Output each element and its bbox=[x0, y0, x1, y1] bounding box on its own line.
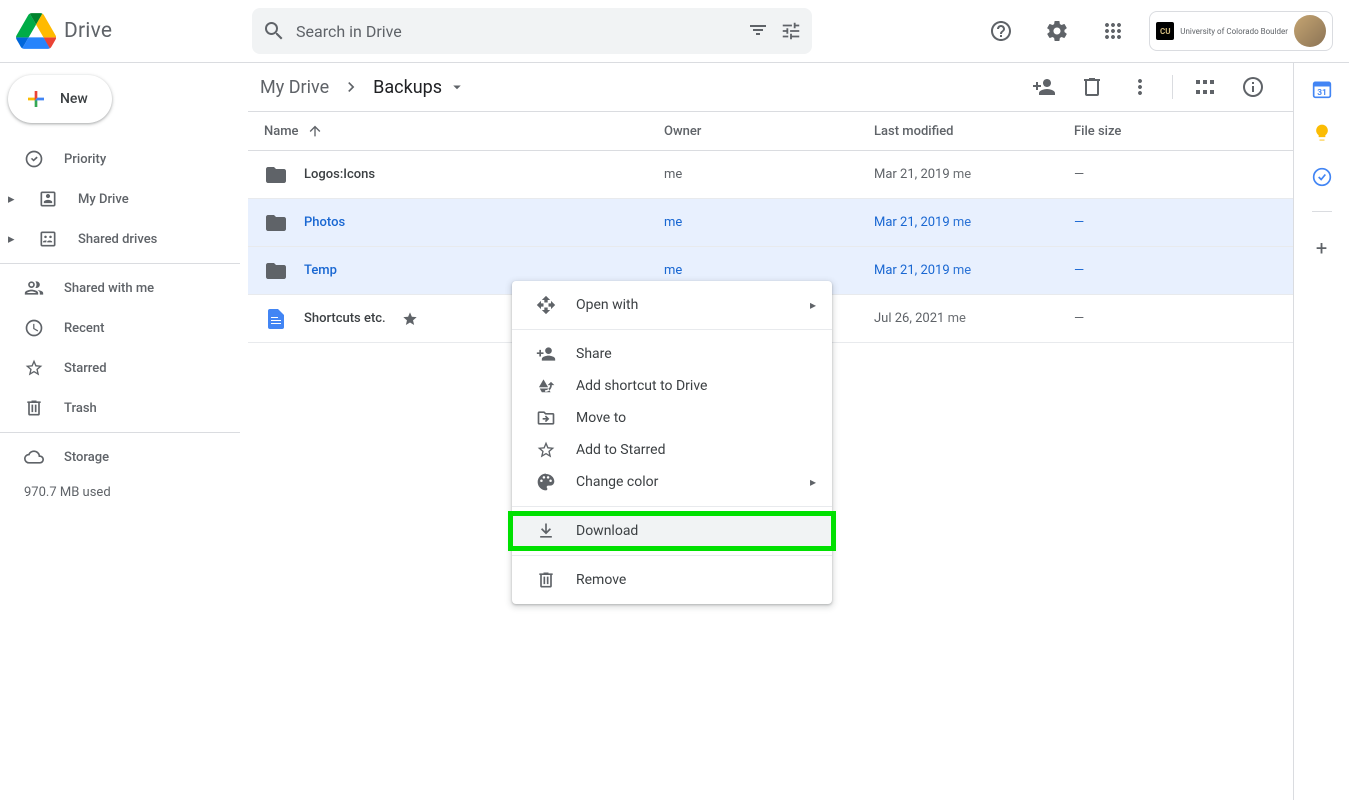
ctx-share[interactable]: Share bbox=[512, 338, 832, 370]
tune-icon[interactable] bbox=[780, 20, 802, 42]
table-header: Name Owner Last modified File size bbox=[248, 111, 1293, 151]
search-input[interactable] bbox=[296, 22, 736, 41]
avatar[interactable] bbox=[1294, 15, 1326, 47]
add-app-button[interactable]: + bbox=[1316, 236, 1327, 260]
file-name: Photos bbox=[304, 215, 345, 230]
file-size: — bbox=[1074, 311, 1285, 326]
col-owner-header[interactable]: Owner bbox=[664, 124, 874, 139]
new-label: New bbox=[60, 91, 88, 107]
chevron-right-icon bbox=[341, 77, 361, 97]
folder-icon bbox=[264, 211, 288, 235]
ctx-color[interactable]: Change color ▸ bbox=[512, 466, 832, 498]
storage-usage: 970.7 MB used bbox=[0, 477, 240, 508]
col-size-header[interactable]: File size bbox=[1074, 124, 1285, 139]
star-filled-icon bbox=[402, 311, 418, 327]
col-name-header[interactable]: Name bbox=[264, 123, 664, 139]
tasks-app-icon[interactable] bbox=[1312, 167, 1332, 187]
breadcrumb-current[interactable]: Backups bbox=[365, 73, 474, 102]
more-button[interactable] bbox=[1120, 67, 1160, 107]
ctx-remove[interactable]: Remove bbox=[512, 564, 832, 596]
new-button[interactable]: New bbox=[8, 75, 112, 123]
keep-app-icon[interactable] bbox=[1312, 123, 1332, 143]
table-row[interactable]: Photos me Mar 21, 2019 me — bbox=[248, 199, 1293, 247]
delete-button[interactable] bbox=[1072, 67, 1112, 107]
sidebar-item-storage[interactable]: Storage bbox=[0, 437, 224, 477]
file-size: — bbox=[1074, 263, 1285, 278]
drive-logo-icon[interactable] bbox=[16, 11, 56, 51]
sidebar-item-mydrive[interactable]: ▸ My Drive bbox=[0, 179, 224, 219]
trash-icon bbox=[24, 398, 44, 418]
ctx-star[interactable]: Add to Starred bbox=[512, 434, 832, 466]
sidebar-item-starred[interactable]: Starred bbox=[0, 348, 224, 388]
sidebar-item-priority[interactable]: Priority bbox=[0, 139, 224, 179]
table-row[interactable]: Logos:Icons me Mar 21, 2019 me — bbox=[248, 151, 1293, 199]
open-with-icon bbox=[536, 295, 556, 315]
file-owner: me bbox=[664, 263, 874, 278]
col-modified-header[interactable]: Last modified bbox=[874, 124, 1074, 139]
priority-icon bbox=[24, 149, 44, 169]
file-name: Shortcuts etc. bbox=[304, 311, 386, 326]
file-modified: Jul 26, 2021 me bbox=[874, 311, 1074, 326]
help-button[interactable] bbox=[981, 11, 1021, 51]
account-chip[interactable]: CU University of Colorado Boulder bbox=[1149, 11, 1333, 51]
sort-arrow-icon bbox=[307, 123, 323, 139]
info-button[interactable] bbox=[1233, 67, 1273, 107]
plus-icon bbox=[24, 87, 48, 111]
search-icon bbox=[262, 19, 286, 43]
folder-icon bbox=[264, 163, 288, 187]
share-icon bbox=[536, 344, 556, 364]
caret-right-icon[interactable]: ▸ bbox=[8, 192, 18, 207]
file-name: Logos:Icons bbox=[304, 167, 375, 182]
account-org: University of Colorado Boulder bbox=[1180, 27, 1288, 36]
move-icon bbox=[536, 408, 556, 428]
mydrive-icon bbox=[38, 189, 58, 209]
file-size: — bbox=[1074, 167, 1285, 182]
remove-icon bbox=[536, 570, 556, 590]
folder-icon bbox=[264, 259, 288, 283]
file-owner: me bbox=[664, 215, 874, 230]
svg-text:31: 31 bbox=[1317, 88, 1327, 98]
ctx-move[interactable]: Move to bbox=[512, 402, 832, 434]
ctx-shortcut[interactable]: Add shortcut to Drive bbox=[512, 370, 832, 402]
starred-icon bbox=[24, 358, 44, 378]
chevron-right-icon: ▸ bbox=[810, 298, 816, 312]
cu-logo-icon: CU bbox=[1156, 22, 1174, 40]
star-icon bbox=[536, 440, 556, 460]
sidebar-item-trash[interactable]: Trash bbox=[0, 388, 224, 428]
chevron-right-icon: ▸ bbox=[810, 475, 816, 489]
dropdown-icon bbox=[448, 78, 466, 96]
file-modified: Mar 21, 2019 me bbox=[874, 263, 1074, 278]
caret-right-icon[interactable]: ▸ bbox=[8, 232, 18, 247]
shortcut-icon bbox=[536, 376, 556, 396]
breadcrumb: My Drive Backups bbox=[252, 73, 474, 102]
apps-button[interactable] bbox=[1093, 11, 1133, 51]
ctx-download[interactable]: Download bbox=[512, 515, 832, 547]
shareddrives-icon bbox=[38, 229, 58, 249]
recent-icon bbox=[24, 318, 44, 338]
sidebar-item-recent[interactable]: Recent bbox=[0, 308, 224, 348]
context-menu: Open with ▸ Share Add shortcut to Drive … bbox=[512, 281, 832, 604]
ctx-open-with[interactable]: Open with ▸ bbox=[512, 289, 832, 321]
calendar-app-icon[interactable]: 31 bbox=[1312, 79, 1332, 99]
sidebar-item-shared[interactable]: Shared with me bbox=[0, 268, 224, 308]
file-size: — bbox=[1074, 215, 1285, 230]
search-options-icon[interactable] bbox=[746, 19, 770, 43]
sidebar-item-shareddrives[interactable]: ▸ Shared drives bbox=[0, 219, 224, 259]
search-box[interactable] bbox=[252, 8, 812, 54]
doc-icon bbox=[264, 307, 288, 331]
palette-icon bbox=[536, 472, 556, 492]
download-icon bbox=[536, 521, 556, 541]
file-modified: Mar 21, 2019 me bbox=[874, 167, 1074, 182]
grid-view-button[interactable] bbox=[1185, 67, 1225, 107]
settings-button[interactable] bbox=[1037, 11, 1077, 51]
file-owner: me bbox=[664, 167, 874, 182]
shared-icon bbox=[24, 278, 44, 298]
file-name: Temp bbox=[304, 263, 337, 278]
share-button[interactable] bbox=[1024, 67, 1064, 107]
breadcrumb-root[interactable]: My Drive bbox=[252, 73, 337, 102]
storage-icon bbox=[24, 447, 44, 467]
app-name[interactable]: Drive bbox=[64, 19, 112, 43]
file-modified: Mar 21, 2019 me bbox=[874, 215, 1074, 230]
